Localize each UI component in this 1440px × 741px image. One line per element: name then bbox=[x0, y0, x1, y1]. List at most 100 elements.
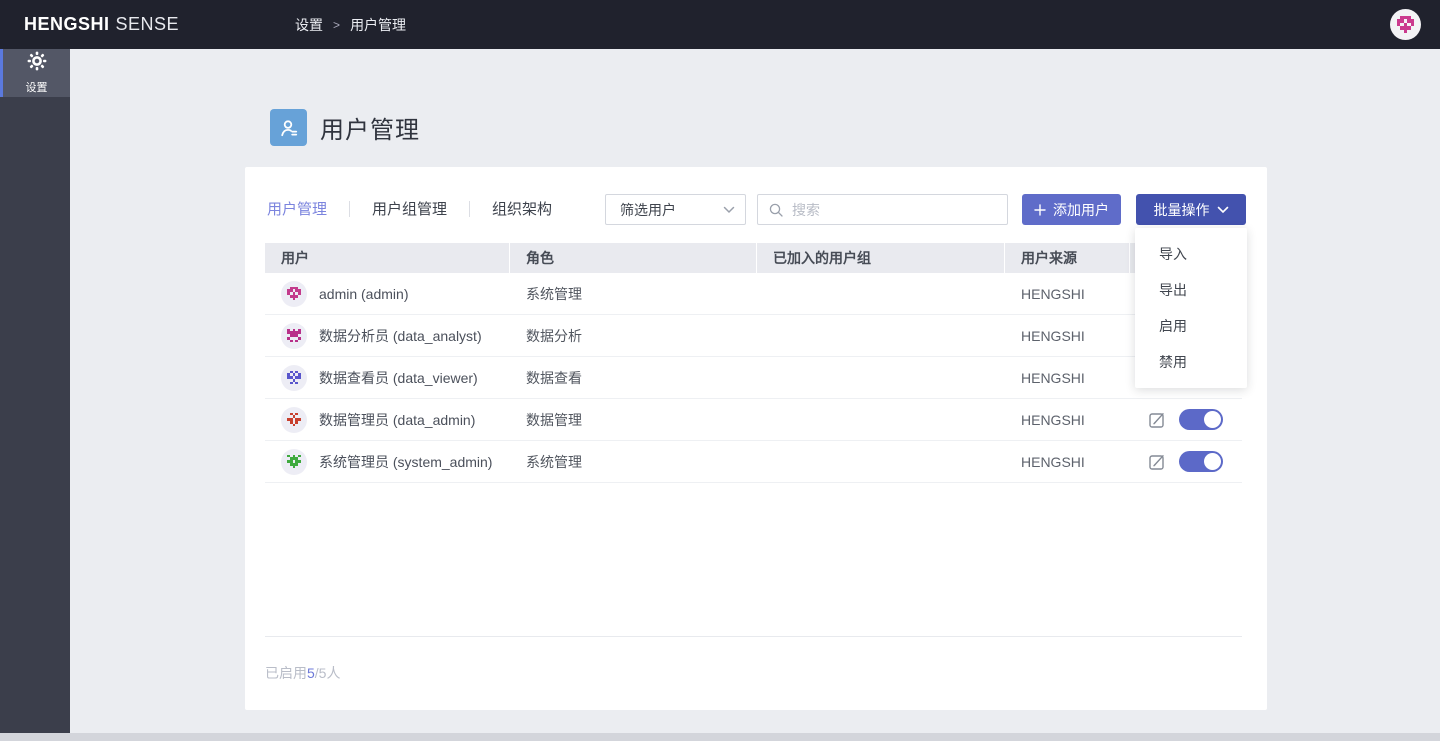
role-cell: 数据查看 bbox=[526, 369, 582, 386]
brand-logo: HENGSHI SENSE bbox=[24, 14, 179, 35]
add-user-label: 添加用户 bbox=[1053, 201, 1109, 218]
brand-light: SENSE bbox=[115, 14, 180, 34]
user-cell: 系统管理员 (system_admin) bbox=[265, 441, 510, 482]
role-cell: 数据分析 bbox=[526, 327, 582, 344]
table-row: 数据分析员 (data_analyst) 数据分析 HENGSHI bbox=[265, 315, 1242, 357]
groups-cell bbox=[757, 315, 1005, 356]
actions-cell bbox=[1130, 399, 1242, 440]
edit-user-button[interactable] bbox=[1148, 453, 1166, 471]
identicon bbox=[287, 328, 301, 343]
edit-icon bbox=[1149, 454, 1164, 470]
user-management-panel: 用户管理 用户组管理 组织架构 筛选用户 添加用户 批量操作 bbox=[245, 167, 1267, 710]
table-header-row: 用户 角色 已加入的用户组 用户来源 bbox=[265, 243, 1242, 273]
role-cell: 系统管理 bbox=[526, 285, 582, 302]
groups-cell bbox=[757, 273, 1005, 314]
table-body: admin (admin) 系统管理 HENGSHI 数据分析员 (data_anal… bbox=[265, 273, 1242, 483]
breadcrumb-separator: > bbox=[333, 17, 341, 32]
row-avatar bbox=[281, 406, 307, 433]
row-avatar bbox=[281, 280, 307, 307]
row-avatar bbox=[281, 322, 307, 349]
sidebar-item-label: 设置 bbox=[25, 82, 48, 94]
row-avatar bbox=[281, 448, 307, 475]
app-window: HENGSHI SENSE 设置 > 用户管理 设置 用户管理 用户管理 用户组… bbox=[0, 0, 1440, 741]
footer-divider bbox=[265, 636, 1242, 637]
user-name: 数据分析员 (data_analyst) bbox=[319, 327, 482, 344]
user-name: admin (admin) bbox=[319, 285, 409, 302]
users-table: 用户 角色 已加入的用户组 用户来源 admin (admin) 系统管理 HENG… bbox=[265, 243, 1242, 483]
sidebar-item-settings[interactable]: 设置 bbox=[0, 49, 70, 97]
breadcrumb: 设置 > 用户管理 bbox=[295, 15, 406, 35]
user-avatar-icon bbox=[1397, 16, 1414, 33]
column-header-groups: 已加入的用户组 bbox=[757, 243, 1005, 273]
user-name: 数据管理员 (data_admin) bbox=[319, 411, 476, 428]
tab-user-group-management[interactable]: 用户组管理 bbox=[370, 198, 449, 219]
batch-actions-button[interactable]: 批量操作 bbox=[1136, 194, 1246, 225]
user-cell: 数据分析员 (data_analyst) bbox=[265, 315, 510, 356]
user-enabled-toggle[interactable] bbox=[1179, 451, 1223, 472]
menu-item-disable[interactable]: 禁用 bbox=[1135, 344, 1247, 380]
tab-user-management[interactable]: 用户管理 bbox=[265, 198, 329, 219]
breadcrumb-item-settings[interactable]: 设置 bbox=[295, 15, 323, 35]
edit-user-button[interactable] bbox=[1148, 411, 1166, 429]
chevron-down-icon bbox=[1217, 206, 1229, 214]
tab-org-structure[interactable]: 组织架构 bbox=[490, 198, 554, 219]
edit-icon bbox=[1149, 412, 1164, 428]
menu-item-export[interactable]: 导出 bbox=[1135, 272, 1247, 308]
bottom-scrollbar-track[interactable] bbox=[0, 733, 1440, 741]
enabled-users-summary: 已启用5/5人 bbox=[265, 663, 340, 683]
source-cell: HENGSHI bbox=[1021, 369, 1085, 386]
plus-icon bbox=[1034, 203, 1046, 216]
identicon bbox=[287, 454, 301, 469]
groups-cell bbox=[757, 441, 1005, 482]
topbar: HENGSHI SENSE 设置 > 用户管理 bbox=[0, 0, 1440, 49]
user-cell: 数据管理员 (data_admin) bbox=[265, 399, 510, 440]
user-name: 系统管理员 (system_admin) bbox=[319, 453, 493, 470]
breadcrumb-item-user-management[interactable]: 用户管理 bbox=[350, 15, 406, 35]
user-avatar[interactable] bbox=[1390, 9, 1421, 40]
groups-cell bbox=[757, 357, 1005, 398]
page-head: 用户管理 bbox=[270, 109, 420, 146]
menu-item-import[interactable]: 导入 bbox=[1135, 236, 1247, 272]
search-input[interactable] bbox=[792, 201, 997, 218]
source-cell: HENGSHI bbox=[1021, 285, 1085, 302]
batch-actions-menu: 导入 导出 启用 禁用 bbox=[1135, 228, 1247, 388]
identicon bbox=[287, 286, 301, 301]
add-user-button[interactable]: 添加用户 bbox=[1022, 194, 1121, 225]
enabled-count: 5 bbox=[307, 665, 315, 681]
brand-bold: HENGSHI bbox=[24, 14, 110, 34]
table-row: 数据管理员 (data_admin) 数据管理 HENGSHI bbox=[265, 399, 1242, 441]
search-box bbox=[757, 194, 1008, 225]
source-cell: HENGSHI bbox=[1021, 327, 1085, 344]
user-name: 数据查看员 (data_viewer) bbox=[319, 369, 478, 386]
table-row: admin (admin) 系统管理 HENGSHI bbox=[265, 273, 1242, 315]
user-management-icon bbox=[270, 109, 307, 146]
gear-icon bbox=[27, 51, 47, 76]
role-cell: 数据管理 bbox=[526, 411, 582, 428]
filter-users-select[interactable]: 筛选用户 bbox=[605, 194, 746, 225]
enabled-suffix: /5人 bbox=[314, 665, 341, 681]
filter-users-value: 筛选用户 bbox=[620, 201, 676, 218]
source-cell: HENGSHI bbox=[1021, 411, 1085, 428]
tab-divider bbox=[349, 200, 351, 217]
table-row: 数据查看员 (data_viewer) 数据查看 HENGSHI bbox=[265, 357, 1242, 399]
enabled-prefix: 已启用 bbox=[265, 665, 307, 681]
sidebar: 设置 bbox=[0, 49, 70, 733]
user-enabled-toggle[interactable] bbox=[1179, 409, 1223, 430]
column-header-role: 角色 bbox=[510, 243, 757, 273]
identicon bbox=[287, 370, 301, 385]
table-row: 系统管理员 (system_admin) 系统管理 HENGSHI bbox=[265, 441, 1242, 483]
menu-item-enable[interactable]: 启用 bbox=[1135, 308, 1247, 344]
identicon bbox=[287, 412, 301, 427]
row-avatar bbox=[281, 364, 307, 391]
source-cell: HENGSHI bbox=[1021, 453, 1085, 470]
chevron-down-icon bbox=[723, 206, 735, 214]
tab-bar: 用户管理 用户组管理 组织架构 bbox=[265, 198, 554, 219]
page-title: 用户管理 bbox=[320, 117, 420, 144]
groups-cell bbox=[757, 399, 1005, 440]
batch-actions-label: 批量操作 bbox=[1153, 201, 1210, 218]
actions-cell bbox=[1130, 441, 1242, 482]
column-header-source: 用户来源 bbox=[1005, 243, 1130, 273]
role-cell: 系统管理 bbox=[526, 453, 582, 470]
search-icon bbox=[768, 202, 784, 218]
user-cell: admin (admin) bbox=[265, 273, 510, 314]
